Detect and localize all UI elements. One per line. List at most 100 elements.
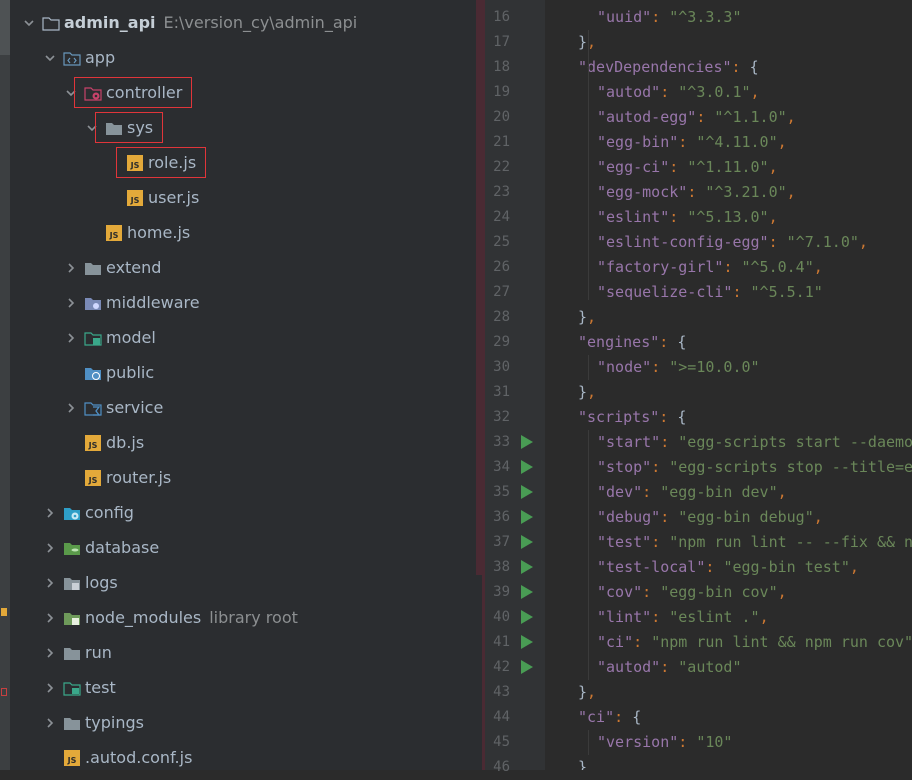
- code-line: "test-local": "egg-bin test",: [597, 555, 859, 580]
- tree-item-extend[interactable]: extend: [62, 250, 161, 285]
- tree-item-controller[interactable]: controller: [62, 75, 182, 110]
- run-script-icon[interactable]: [521, 435, 533, 449]
- tree-toggle[interactable]: [62, 329, 80, 347]
- tree-toggle[interactable]: [62, 84, 80, 102]
- js-file-icon: JS: [85, 469, 101, 486]
- run-script-icon[interactable]: [521, 610, 533, 624]
- npm-icon: [1, 688, 7, 696]
- tree-item-user-js[interactable]: JS user.js: [104, 180, 199, 215]
- tree-toggle[interactable]: [41, 539, 59, 557]
- json-punct: ,: [813, 258, 823, 276]
- project-tab[interactable]: [0, 0, 10, 55]
- chevron-right-icon[interactable]: [44, 507, 56, 519]
- json-string: "^5.0.4": [741, 258, 814, 276]
- json-punct: }: [578, 683, 588, 701]
- tree-item-logs[interactable]: logs: [41, 565, 118, 600]
- tree-toggle[interactable]: [20, 14, 38, 32]
- run-script-icon[interactable]: [521, 485, 533, 499]
- tree-item-middleware[interactable]: middleware: [62, 285, 200, 320]
- tree-item-app[interactable]: app: [41, 40, 115, 75]
- tree-item-typings[interactable]: typings: [41, 705, 144, 740]
- tree-item-model[interactable]: model: [62, 320, 156, 355]
- tree-item-home-js[interactable]: JS home.js: [83, 215, 190, 250]
- folder-icon: [64, 717, 80, 730]
- structure-tab[interactable]: [0, 530, 10, 620]
- code-editor[interactable]: "uuid": "^3.3.3"}, "devDependencies": {"a…: [545, 0, 912, 770]
- run-script-icon[interactable]: [521, 535, 533, 549]
- json-punct: :: [660, 83, 679, 101]
- json-string: "^1.1.0": [714, 108, 787, 126]
- run-script-icon[interactable]: [521, 510, 533, 524]
- json-string: "egg-bin test": [723, 558, 850, 576]
- tree-toggle[interactable]: [62, 294, 80, 312]
- tree-item-test[interactable]: test: [41, 670, 116, 705]
- code-line: "debug": "egg-bin debug",: [597, 505, 823, 530]
- tree-item-label: config: [85, 503, 134, 522]
- tree-item-service[interactable]: service: [62, 390, 163, 425]
- tree-item-sys[interactable]: sys: [83, 110, 153, 145]
- json-key: "stop": [597, 458, 652, 476]
- tree-item-autod-conf-js[interactable]: JS .autod.conf.js: [41, 740, 192, 770]
- chevron-right-icon[interactable]: [44, 612, 56, 624]
- chevron-right-icon[interactable]: [65, 402, 77, 414]
- tree-toggle[interactable]: [41, 504, 59, 522]
- tree-item-public[interactable]: public: [62, 355, 154, 390]
- run-script-icon[interactable]: [521, 460, 533, 474]
- run-script-icon[interactable]: [521, 560, 533, 574]
- indent-guide: [588, 355, 589, 380]
- chevron-down-icon[interactable]: [65, 87, 77, 99]
- tree-toggle[interactable]: [41, 574, 59, 592]
- chevron-down-icon[interactable]: [44, 52, 56, 64]
- svg-text:JS: JS: [130, 196, 140, 205]
- tree-toggle[interactable]: [62, 399, 80, 417]
- tree-item-db-js[interactable]: JS db.js: [62, 425, 144, 460]
- tree-toggle[interactable]: [83, 119, 101, 137]
- chevron-down-icon[interactable]: [86, 122, 98, 134]
- tree-toggle[interactable]: [41, 644, 59, 662]
- json-punct: ,: [587, 383, 597, 401]
- chevron-right-icon[interactable]: [65, 297, 77, 309]
- tree-item-admin-api[interactable]: admin_api E:\version_cy\admin_api: [20, 5, 357, 40]
- json-key: "dev": [597, 483, 643, 501]
- line-number: 41: [493, 634, 510, 650]
- code-line: "autod": "autod": [597, 655, 742, 680]
- tree-item-label: service: [106, 398, 164, 417]
- tree-item-role-js[interactable]: JS role.js: [104, 145, 196, 180]
- tree-toggle[interactable]: [41, 609, 59, 627]
- tree-toggle[interactable]: [41, 679, 59, 697]
- code-line: "start": "egg-scripts start --daemon: [597, 430, 912, 455]
- line-number: 39: [493, 584, 510, 600]
- chevron-right-icon[interactable]: [44, 647, 56, 659]
- line-number: 44: [493, 709, 510, 725]
- npm-tab[interactable]: [0, 640, 10, 700]
- run-script-icon[interactable]: [521, 585, 533, 599]
- tree-toggle[interactable]: [41, 714, 59, 732]
- tree-item-router-js[interactable]: JS router.js: [62, 460, 171, 495]
- json-punct: ,: [777, 133, 787, 151]
- line-number: 23: [493, 184, 510, 200]
- tree-item-run[interactable]: run: [41, 635, 112, 670]
- tree-toggle[interactable]: [41, 49, 59, 67]
- json-string: "^3.21.0": [705, 183, 787, 201]
- chevron-down-icon[interactable]: [23, 17, 35, 29]
- tree-item-config[interactable]: config: [41, 495, 134, 530]
- favorites-tab[interactable]: [0, 720, 10, 770]
- tree-toggle[interactable]: [62, 259, 80, 277]
- chevron-right-icon[interactable]: [44, 577, 56, 589]
- chevron-right-icon[interactable]: [44, 682, 56, 694]
- code-line: "factory-girl": "^5.0.4",: [597, 255, 823, 280]
- code-line: "cov": "egg-bin cov",: [597, 580, 787, 605]
- run-script-icon[interactable]: [521, 660, 533, 674]
- json-key: "debug": [597, 508, 661, 526]
- run-script-icon[interactable]: [521, 635, 533, 649]
- chevron-right-icon[interactable]: [65, 262, 77, 274]
- chevron-right-icon[interactable]: [44, 717, 56, 729]
- chevron-right-icon[interactable]: [65, 332, 77, 344]
- chevron-right-icon[interactable]: [44, 542, 56, 554]
- config-folder-icon: [64, 507, 80, 520]
- tree-item-database[interactable]: database: [41, 530, 159, 565]
- tree-item-label: typings: [85, 713, 144, 732]
- tree-item-node-modules[interactable]: node_modules library root: [41, 600, 298, 635]
- code-line: "ci": {: [578, 705, 641, 730]
- line-number: 33: [493, 434, 510, 450]
